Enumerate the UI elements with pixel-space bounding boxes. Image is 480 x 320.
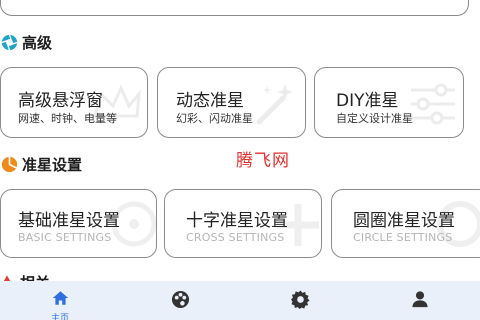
nav-item-profile[interactable]	[360, 281, 480, 320]
card-subtitle: 自定义设计准星	[336, 112, 413, 125]
card-cross-settings[interactable]: 十字准星设置 CROSS SETTINGS	[164, 189, 322, 258]
magic-wand-icon	[256, 84, 293, 125]
section-crosshair-title: 准星设置	[22, 155, 83, 174]
card-subtitle: CIRCLE SETTINGS	[353, 231, 453, 244]
sliders-icon	[411, 83, 455, 125]
palette-icon	[171, 290, 190, 313]
card-title: 圆圈准星设置	[353, 211, 455, 231]
nav-item-palette[interactable]	[120, 281, 240, 320]
person-icon	[411, 290, 429, 312]
home-icon	[52, 290, 69, 310]
card-title: 十字准星设置	[186, 211, 288, 231]
card-title: 动态准星	[176, 91, 244, 111]
card-title: DIY准星	[336, 91, 399, 111]
gear-icon	[290, 290, 310, 313]
section-advanced-title: 高级	[22, 33, 53, 52]
section-advanced-header: 高级	[0, 31, 52, 53]
pie-icon	[0, 155, 18, 173]
nav-label-home: 主页	[50, 314, 69, 320]
top-card[interactable]	[0, 0, 469, 16]
card-dynamic-crosshair[interactable]: 动态准星 幻彩、闪动准星	[157, 67, 306, 138]
card-basic-settings[interactable]: 基础准星设置 BASIC SETTINGS	[0, 189, 157, 258]
bottom-nav: 主页	[0, 281, 480, 320]
card-subtitle: CROSS SETTINGS	[186, 231, 285, 244]
card-floating-window[interactable]: 高级悬浮窗 网速、时钟、电量等	[0, 67, 148, 138]
nav-item-settings[interactable]	[240, 281, 360, 320]
card-subtitle: 网速、时钟、电量等	[18, 112, 117, 125]
watermark: 腾飞网	[236, 151, 290, 171]
card-title: 基础准星设置	[18, 211, 120, 231]
section-crosshair-header: 准星设置	[0, 153, 82, 175]
nav-item-home[interactable]: 主页	[0, 281, 120, 320]
card-circle-settings[interactable]: 圆圈准星设置 CIRCLE SETTINGS	[331, 189, 480, 258]
aperture-icon	[0, 33, 18, 51]
card-subtitle: BASIC SETTINGS	[18, 231, 112, 244]
card-title: 高级悬浮窗	[18, 91, 103, 111]
card-subtitle: 幻彩、闪动准星	[176, 112, 253, 125]
card-diy-crosshair[interactable]: DIY准星 自定义设计准星	[314, 67, 464, 138]
